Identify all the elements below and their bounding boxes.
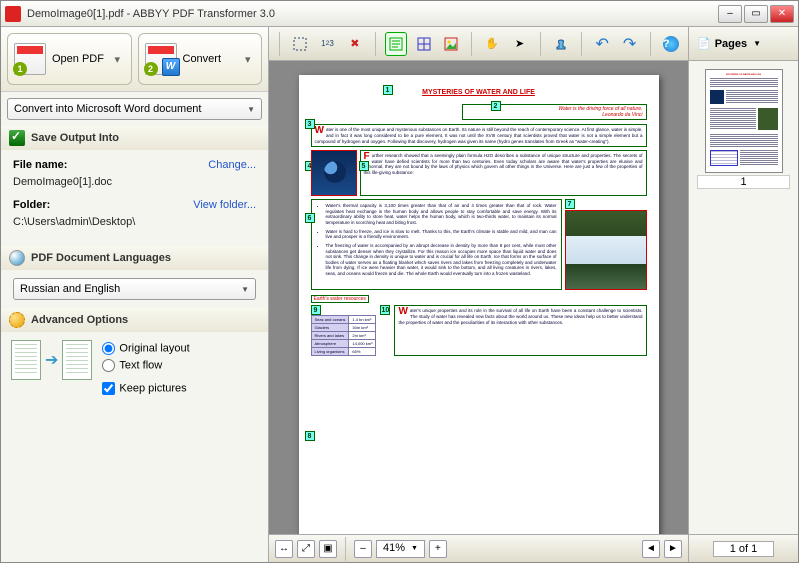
globe-icon xyxy=(9,250,25,266)
maximize-button[interactable]: ▭ xyxy=(744,5,768,23)
doc-title: MYSTERIES OF WATER AND LIFE xyxy=(311,89,647,98)
document-viewport[interactable]: 1 MYSTERIES OF WATER AND LIFE 2 Water is… xyxy=(269,61,688,534)
redo-button[interactable]: ↷ xyxy=(618,32,640,56)
doc-resources-header: Earth's water resources xyxy=(311,295,369,303)
center-panel: 123 ✖ ✋ ➤ ↶ ↷ ? 1 MYSTERIES xyxy=(269,27,688,562)
convert-label: Convert xyxy=(183,53,240,65)
actual-size-button[interactable]: ▣ xyxy=(319,540,337,558)
advanced-header: Advanced Options xyxy=(1,308,268,332)
order-button[interactable]: 123 xyxy=(316,32,338,56)
doc-para-2: Further research showed that a seemingly… xyxy=(360,150,647,196)
doc-para-1: Water is one of the most unique and myst… xyxy=(311,124,647,147)
page-1: 1 MYSTERIES OF WATER AND LIFE 2 Water is… xyxy=(299,75,659,534)
doc-quote: Water is the driving force of all nature… xyxy=(462,104,647,121)
text-area-button[interactable] xyxy=(385,32,407,56)
prev-page-button[interactable]: ◄ xyxy=(642,540,660,558)
languages-header: PDF Document Languages xyxy=(1,246,268,270)
open-pdf-label: Open PDF xyxy=(52,53,109,65)
convert-target-label: Convert into Microsoft Word document xyxy=(14,103,201,115)
zoom-out-button[interactable]: – xyxy=(354,540,372,558)
open-pdf-button[interactable]: 1 Open PDF ▾ xyxy=(7,33,132,85)
view-folder-link[interactable]: View folder... xyxy=(193,199,256,211)
page-counter: 1 of 1 xyxy=(689,534,798,562)
stamp-button[interactable] xyxy=(550,32,572,56)
next-page-button[interactable]: ► xyxy=(664,540,682,558)
status-bar: ↔ ⤢ ▣ – 41%▼ + ◄ ► xyxy=(269,534,688,562)
keep-pictures-checkbox[interactable]: Keep pictures xyxy=(102,380,189,397)
fit-page-button[interactable]: ⤢ xyxy=(297,540,315,558)
zoom-in-button[interactable]: + xyxy=(429,540,447,558)
toolbar: 123 ✖ ✋ ➤ ↶ ↷ ? xyxy=(269,27,688,61)
delete-area-button[interactable]: ✖ xyxy=(344,32,366,56)
app-icon xyxy=(5,6,21,22)
doc-table: Seas and oceans1.4 bn km³Glaciers30m km³… xyxy=(311,315,377,356)
hand-tool-button[interactable]: ✋ xyxy=(481,32,503,56)
help-button[interactable]: ? xyxy=(660,32,682,56)
doc-image-waterfall xyxy=(565,210,647,290)
layout-preview: ➔ xyxy=(11,340,92,380)
save-icon xyxy=(9,130,25,146)
arrow-right-icon: ➔ xyxy=(45,350,58,370)
folder-value: C:\Users\admin\Desktop\ xyxy=(13,214,256,236)
undo-button[interactable]: ↶ xyxy=(591,32,613,56)
chevron-down-icon: ▼ xyxy=(241,285,249,294)
window-title: DemoImage0[1].pdf - ABBYY PDF Transforme… xyxy=(27,8,718,20)
doc-para-3: Water's unique properties and its role i… xyxy=(394,305,646,356)
titlebar: DemoImage0[1].pdf - ABBYY PDF Transforme… xyxy=(1,1,798,27)
convert-button[interactable]: 2W Convert ▾ xyxy=(138,33,263,85)
minimize-button[interactable]: – xyxy=(718,5,742,23)
filename-value: DemoImage0[1].doc xyxy=(13,174,256,196)
save-output-header: Save Output Into xyxy=(1,126,268,150)
page-thumbnail-1[interactable]: MYSTERIES OF WATER AND LIFE xyxy=(705,69,783,173)
table-area-button[interactable] xyxy=(412,32,434,56)
thumbnail-number: 1 xyxy=(697,175,790,189)
text-flow-radio[interactable]: Text flow xyxy=(102,357,189,374)
select-area-button[interactable] xyxy=(289,32,311,56)
pages-icon: 📄 xyxy=(697,37,711,50)
chevron-down-icon: ▾ xyxy=(115,53,125,66)
chevron-down-icon: ▼ xyxy=(753,39,761,48)
pointer-tool-button[interactable]: ➤ xyxy=(508,32,530,56)
convert-icon: 2W xyxy=(145,43,177,75)
doc-image-globe xyxy=(311,150,357,196)
left-panel: 1 Open PDF ▾ 2W Convert ▾ Convert into M… xyxy=(1,27,269,562)
change-filename-link[interactable]: Change... xyxy=(208,159,256,171)
pages-panel: 📄 Pages ▼ MYSTERIES OF WATER AND LIFE 1 xyxy=(688,27,798,562)
fit-width-button[interactable]: ↔ xyxy=(275,540,293,558)
languages-value: Russian and English xyxy=(20,283,120,295)
filename-label: File name: xyxy=(13,159,67,171)
pages-header[interactable]: 📄 Pages ▼ xyxy=(689,27,798,61)
doc-bullets: Water's thermal capacity is 3,100 times … xyxy=(311,199,562,290)
chevron-down-icon: ▼ xyxy=(247,105,255,114)
gear-icon xyxy=(9,312,25,328)
zoom-dropdown[interactable]: 41%▼ xyxy=(376,540,425,558)
languages-dropdown[interactable]: Russian and English ▼ xyxy=(13,278,256,300)
folder-label: Folder: xyxy=(13,199,50,211)
close-button[interactable]: ✕ xyxy=(770,5,794,23)
chevron-down-icon: ▾ xyxy=(245,53,255,66)
convert-target-dropdown[interactable]: Convert into Microsoft Word document ▼ xyxy=(7,98,262,120)
pdf-icon: 1 xyxy=(14,43,46,75)
original-layout-radio[interactable]: Original layout xyxy=(102,340,189,357)
picture-area-button[interactable] xyxy=(440,32,462,56)
